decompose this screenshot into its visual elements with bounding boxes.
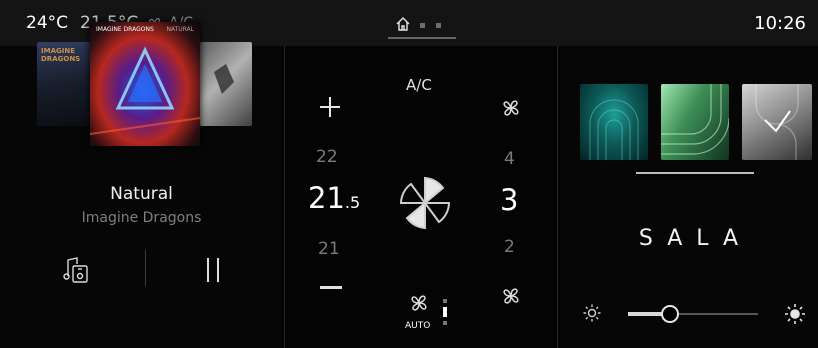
pause-icon: [217, 258, 219, 282]
pause-icon: [207, 258, 209, 282]
page-dot[interactable]: [436, 23, 441, 28]
page-dot[interactable]: [420, 23, 425, 28]
auto-mode-label[interactable]: AUTO: [405, 321, 430, 331]
auto-level-active: [443, 307, 447, 317]
selected-check-icon: [764, 110, 791, 133]
album-cover-title: IMAGINE DRAGONS: [41, 47, 81, 63]
fan-speed-current: 3: [500, 183, 519, 217]
auto-level-indicator: [443, 299, 447, 325]
temperature-option-below[interactable]: 21: [318, 239, 340, 259]
swatch-pattern: [661, 84, 729, 155]
swatch-pattern: [589, 99, 639, 160]
fan-speed-decrease-icon[interactable]: [500, 285, 522, 307]
album-cover-next[interactable]: [200, 42, 252, 126]
home-underline: [388, 37, 456, 39]
fan-option-above[interactable]: 4: [504, 149, 515, 169]
pause-button[interactable]: [204, 258, 222, 282]
album-cover-previous[interactable]: IMAGINE DRAGONS: [37, 42, 97, 126]
music-source-icon[interactable]: [63, 256, 89, 284]
media-controls-divider: [145, 250, 146, 286]
fan-option-below[interactable]: 2: [504, 237, 515, 257]
brightness-low-icon[interactable]: [582, 303, 602, 323]
ambient-swatch-green[interactable]: [661, 84, 729, 160]
outside-temperature: 24°C: [26, 13, 69, 33]
brightness-slider-knob[interactable]: [660, 305, 679, 323]
ac-toggle[interactable]: A/C: [406, 76, 432, 94]
auto-level-dot: [443, 321, 447, 325]
temperature-increase-button[interactable]: [318, 95, 342, 119]
album-cover-current[interactable]: IMAGINE DRAGONS NATURAL: [90, 22, 200, 146]
fan-speed-increase-icon[interactable]: [500, 97, 522, 119]
swatch-selection-line: [636, 172, 754, 174]
song-artist: Imagine Dragons: [81, 210, 202, 226]
ambient-preset-name: SALA: [638, 226, 753, 251]
ambient-swatch-teal[interactable]: [580, 84, 648, 160]
song-title: Natural: [110, 184, 173, 204]
temperature-option-above[interactable]: 22: [316, 147, 338, 167]
album-cover-art: [90, 46, 200, 135]
album-cover-art: [214, 64, 234, 94]
brightness-high-icon[interactable]: [784, 303, 806, 325]
auto-level-dot: [443, 299, 447, 303]
temperature-current: 21.5: [308, 181, 360, 215]
panel-divider: [284, 46, 285, 348]
panel-divider: [557, 46, 558, 348]
temperature-decimal: .5: [344, 193, 361, 212]
home-tab[interactable]: [388, 10, 458, 40]
temperature-integer: 21: [308, 181, 345, 215]
auto-fan-icon[interactable]: [408, 292, 430, 314]
clock: 10:26: [754, 13, 806, 34]
home-icon: [396, 17, 410, 31]
fan-icon[interactable]: [397, 174, 453, 232]
temperature-decrease-button[interactable]: [320, 286, 342, 289]
